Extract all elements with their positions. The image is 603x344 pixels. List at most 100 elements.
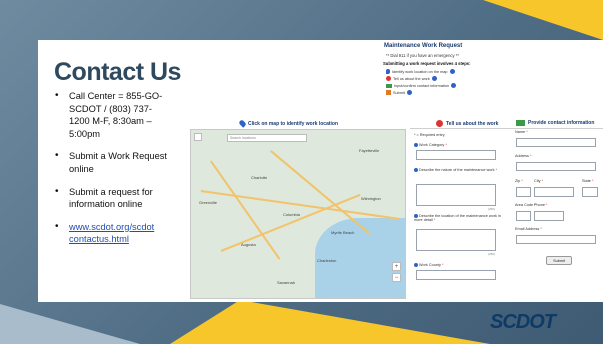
area-code-label: Area Code *	[515, 203, 536, 207]
info-icon	[406, 90, 412, 95]
zoom-out-button[interactable]: −	[392, 273, 401, 282]
describe-location-textarea[interactable]	[416, 229, 496, 251]
bullet-call-center: • Call Center = 855-GO-SCDOT / (803) 737-…	[52, 90, 172, 140]
fullscreen-icon[interactable]	[194, 133, 202, 141]
bullet-text: Call Center = 855-GO-SCDOT / (803) 737-1…	[69, 91, 163, 139]
map-city-label: Fayetteville	[359, 148, 380, 153]
info-icon	[449, 69, 455, 74]
name-label: Name *	[515, 130, 528, 134]
background-accent-yellow-bottom	[170, 300, 490, 344]
field-label: Email Address	[515, 227, 540, 231]
info-icon	[414, 168, 418, 172]
city-label: City *	[534, 179, 544, 183]
bullet-icon: •	[55, 150, 59, 162]
describe-nature-label: Describe the nature of the maintenance w…	[414, 168, 504, 172]
bullet-contact-link[interactable]: • www.scdot.org/scdot contactus.html	[52, 221, 172, 246]
contact-url-link[interactable]: www.scdot.org/scdot contactus.html	[69, 222, 154, 245]
email-input[interactable]	[516, 235, 596, 244]
step-contact: Input/confirm contact information	[386, 83, 457, 88]
map-pin-icon	[238, 119, 247, 128]
required-note: * = Required entry	[414, 133, 445, 137]
map-pin-icon	[386, 69, 390, 74]
email-label: Email Address *	[515, 227, 542, 231]
address-input[interactable]	[516, 162, 596, 171]
zip-label: Zip *	[515, 179, 523, 183]
contact-heading: Provide contact information	[516, 120, 594, 126]
name-input[interactable]	[516, 138, 596, 147]
info-icon	[414, 263, 418, 267]
bullet-icon: •	[55, 185, 59, 197]
bullet-text: Submit a request for information online	[69, 186, 153, 210]
work-heading-label: Tell us about the work	[446, 120, 499, 127]
address-label: Address *	[515, 154, 532, 158]
char-limit-note: (250)	[488, 252, 496, 256]
map-city-label: Greenville	[199, 200, 218, 205]
work-county-label: Work County *	[414, 263, 443, 267]
state-label: State *	[582, 179, 594, 183]
work-heading: Tell us about the work	[436, 120, 498, 127]
submit-icon	[386, 90, 391, 95]
state-select[interactable]	[582, 187, 598, 197]
bullet-info-request: • Submit a request for information online	[52, 186, 172, 211]
field-label: Describe the location of the maintenance…	[414, 214, 501, 222]
work-request-screenshot: Maintenance Work Request ** Dial 911 if …	[190, 42, 603, 299]
bullet-text: Submit a Work Request online	[69, 151, 168, 174]
map-city-label: Augusta	[241, 242, 256, 247]
contact-card-icon	[516, 120, 525, 126]
map-city-label: Wilmington	[361, 196, 381, 201]
step-map: Identify work location on the map	[386, 69, 455, 74]
background-accent-yellow-top	[483, 0, 603, 40]
field-label: Work County	[419, 263, 441, 267]
step-label: Tell us about the work	[393, 76, 430, 81]
alert-icon	[386, 76, 391, 81]
map-search-input[interactable]: Search locations	[227, 134, 307, 142]
map-city-label: Charleston	[317, 258, 337, 263]
field-label: Address	[515, 154, 529, 158]
describe-location-label: Describe the location of the maintenance…	[414, 214, 501, 222]
highway	[270, 150, 372, 235]
step-label: Input/confirm contact information	[394, 83, 450, 88]
zip-input[interactable]	[516, 187, 531, 197]
field-label: Describe the nature of the maintenance w…	[419, 168, 495, 172]
map-heading-label: Click on map to identify work location	[248, 120, 339, 127]
info-icon	[451, 83, 457, 88]
field-label: Area Code	[515, 203, 534, 207]
slide-panel: Contact Us • Call Center = 855-GO-SCDOT /…	[38, 40, 603, 302]
scdot-logo: SCDOT	[490, 311, 556, 333]
zoom-in-button[interactable]: +	[392, 262, 401, 271]
phone-label: Phone *	[534, 203, 548, 207]
field-label: City	[534, 179, 541, 183]
bullet-work-request: • Submit a Work Request online	[52, 150, 172, 175]
work-category-label: Work Category *	[414, 143, 447, 147]
contact-card-icon	[386, 83, 392, 88]
highway	[200, 190, 400, 220]
describe-nature-textarea[interactable]	[416, 184, 496, 206]
emergency-note: ** Dial 911 if you have an emergency **	[386, 53, 460, 58]
phone-input[interactable]	[534, 211, 564, 221]
step-work: Tell us about the work	[386, 76, 437, 81]
info-icon	[431, 76, 437, 81]
steps-heading: Submitting a work request involves 4 ste…	[383, 61, 471, 66]
area-code-input[interactable]	[516, 211, 531, 221]
bullet-icon: •	[55, 220, 59, 232]
step-label: Identify work location on the map	[392, 69, 448, 74]
step-submit: Submit	[386, 90, 412, 95]
map-city-label: Charlotte	[251, 175, 268, 180]
slide-title: Contact Us	[54, 58, 181, 86]
bullet-icon: •	[55, 90, 59, 101]
field-label: Work Category	[419, 143, 445, 147]
location-map[interactable]: Search locations Fayetteville Charlotte …	[190, 129, 406, 299]
work-category-select[interactable]	[416, 150, 496, 160]
submit-button[interactable]: Submit	[546, 256, 572, 265]
background-accent-light	[0, 304, 140, 344]
divider	[410, 128, 514, 129]
alert-icon	[436, 120, 443, 127]
step-label: Submit	[393, 90, 405, 95]
map-city-label: Savannah	[277, 280, 296, 285]
work-county-select[interactable]	[416, 270, 496, 280]
divider	[514, 128, 603, 129]
contact-bullet-list: • Call Center = 855-GO-SCDOT / (803) 737-…	[52, 90, 172, 256]
city-input[interactable]	[534, 187, 574, 197]
map-city-label: Myrtle Beach	[331, 230, 355, 235]
form-title: Maintenance Work Request	[384, 43, 463, 49]
